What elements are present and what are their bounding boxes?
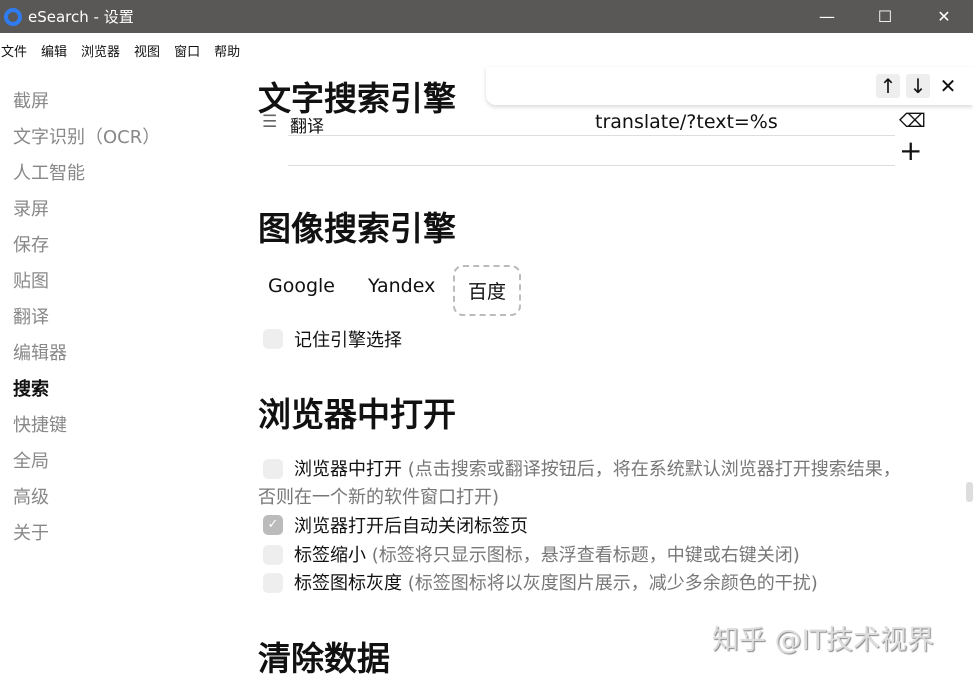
close-button[interactable]: ✕ bbox=[915, 0, 973, 33]
drag-handle-icon[interactable]: ☰ bbox=[262, 112, 277, 132]
engine-name[interactable]: 翻译 bbox=[290, 112, 324, 137]
watermark: 知乎 @IT技术视界 bbox=[712, 618, 934, 657]
sidebar-item-ocr[interactable]: 文字识别（OCR） bbox=[13, 124, 160, 160]
option-hint: (标签将只显示图标，悬浮查看标题，中键或右键关闭) bbox=[372, 545, 800, 566]
find-bar: ↑ ↓ ✕ bbox=[486, 67, 973, 105]
gray-tab-icons-checkbox[interactable] bbox=[263, 573, 283, 593]
browser-heading: 浏览器中打开 bbox=[258, 388, 456, 436]
maximize-button[interactable]: ☐ bbox=[856, 0, 914, 33]
open-in-browser-option: 浏览器中打开 (点击搜索或翻译按钮后，将在系统默认浏览器打开搜索结果，否则在一个… bbox=[258, 456, 918, 512]
menu-view[interactable]: 视图 bbox=[134, 41, 160, 60]
sidebar-item-advanced[interactable]: 高级 bbox=[13, 484, 160, 520]
remember-engine-label: 记住引擎选择 bbox=[294, 326, 402, 352]
auto-close-tab-label: 浏览器打开后自动关闭标签页 bbox=[294, 512, 528, 538]
sidebar-item-save[interactable]: 保存 bbox=[13, 232, 160, 268]
menu-bar: 文件 编辑 浏览器 视图 窗口 帮助 bbox=[0, 33, 973, 67]
find-prev-icon[interactable]: ↑ bbox=[876, 74, 900, 98]
option-hint: (标签图标将以灰度图片展示，减少多余颜色的干扰) bbox=[408, 573, 818, 594]
scrollbar-thumb[interactable] bbox=[966, 482, 973, 502]
add-engine-icon[interactable]: + bbox=[899, 136, 922, 166]
text-engines-heading: 文字搜索引擎 bbox=[258, 72, 456, 120]
menu-file[interactable]: 文件 bbox=[1, 41, 27, 60]
engine-baidu[interactable]: 百度 bbox=[453, 265, 521, 316]
gray-tab-icons-option: 标签图标灰度 (标签图标将以灰度图片展示，减少多余颜色的干扰) bbox=[294, 569, 818, 595]
menu-help[interactable]: 帮助 bbox=[214, 41, 240, 60]
find-next-icon[interactable]: ↓ bbox=[906, 74, 930, 98]
divider bbox=[288, 135, 895, 136]
menu-window[interactable]: 窗口 bbox=[174, 41, 200, 60]
auto-close-tab-checkbox[interactable]: ✓ bbox=[263, 515, 283, 535]
title-bar: eSearch - 设置 — ☐ ✕ bbox=[0, 0, 973, 33]
shrink-tabs-option: 标签缩小 (标签将只显示图标，悬浮查看标题，中键或右键关闭) bbox=[294, 541, 800, 567]
sidebar-item-shortcuts[interactable]: 快捷键 bbox=[13, 412, 160, 448]
engine-url[interactable]: translate/?text=%s bbox=[595, 111, 778, 133]
sidebar-item-translate[interactable]: 翻译 bbox=[13, 304, 160, 340]
divider bbox=[288, 165, 895, 166]
option-label: 浏览器中打开 bbox=[294, 459, 402, 480]
sidebar-item-ai[interactable]: 人工智能 bbox=[13, 160, 160, 196]
image-engines-heading: 图像搜索引擎 bbox=[258, 202, 456, 250]
delete-engine-icon[interactable]: ⌫ bbox=[899, 110, 926, 132]
clear-data-heading: 清除数据 bbox=[258, 632, 390, 680]
sidebar-item-record[interactable]: 录屏 bbox=[13, 196, 160, 232]
sidebar-item-editor[interactable]: 编辑器 bbox=[13, 340, 160, 376]
menu-browser[interactable]: 浏览器 bbox=[81, 41, 120, 60]
engine-google[interactable]: Google bbox=[255, 265, 348, 307]
option-label: 标签缩小 bbox=[294, 545, 366, 566]
window-title: eSearch - 设置 bbox=[28, 6, 134, 27]
sidebar-item-screenshot[interactable]: 截屏 bbox=[13, 88, 160, 124]
sidebar-item-about[interactable]: 关于 bbox=[13, 520, 160, 556]
app-logo-icon bbox=[4, 8, 22, 26]
sidebar: 截屏 文字识别（OCR） 人工智能 录屏 保存 贴图 翻译 编辑器 搜索 快捷键… bbox=[13, 88, 160, 556]
engine-yandex[interactable]: Yandex bbox=[355, 265, 448, 307]
option-label: 标签图标灰度 bbox=[294, 573, 402, 594]
sidebar-item-search[interactable]: 搜索 bbox=[13, 376, 160, 412]
sidebar-item-global[interactable]: 全局 bbox=[13, 448, 160, 484]
menu-edit[interactable]: 编辑 bbox=[41, 41, 67, 60]
shrink-tabs-checkbox[interactable] bbox=[263, 545, 283, 565]
remember-engine-checkbox[interactable] bbox=[263, 329, 283, 349]
find-close-icon[interactable]: ✕ bbox=[936, 74, 960, 98]
sidebar-item-pin[interactable]: 贴图 bbox=[13, 268, 160, 304]
minimize-button[interactable]: — bbox=[798, 0, 856, 33]
